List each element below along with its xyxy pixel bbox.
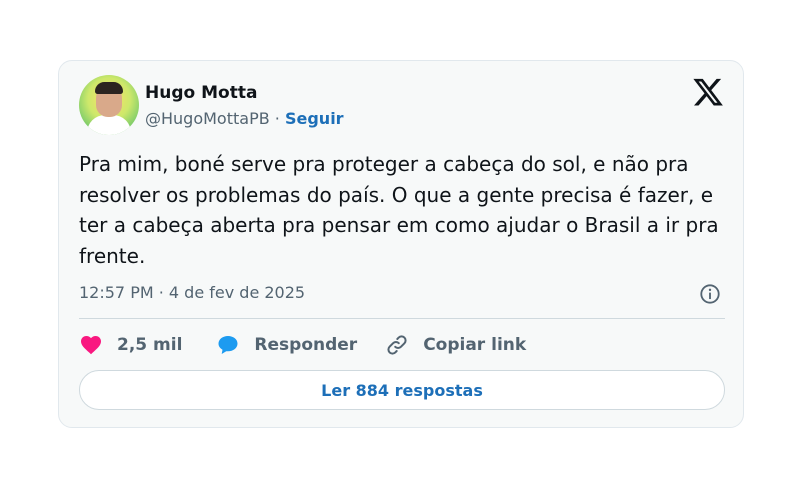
info-icon[interactable] [699, 283, 721, 305]
embedded-tweet-card: Hugo Motta @HugoMottaPB · Seguir Pra mim… [58, 60, 744, 428]
handle-separator: · [274, 109, 280, 128]
avatar-shirt [87, 115, 131, 135]
read-replies-button[interactable]: Ler 884 respostas [79, 370, 725, 410]
author-avatar[interactable] [79, 75, 139, 135]
copy-link-label: Copiar link [423, 335, 527, 355]
divider [79, 318, 725, 319]
reply-label: Responder [254, 335, 358, 355]
copy-link-button[interactable]: Copiar link [385, 333, 526, 357]
heart-icon [81, 336, 101, 355]
author-name[interactable]: Hugo Motta [145, 83, 257, 103]
author-handle-line: @HugoMottaPB · Seguir [145, 109, 344, 128]
tweet-text: Pra mim, boné serve pra proteger a cabeç… [79, 152, 719, 268]
like-count: 2,5 mil [117, 335, 183, 355]
follow-button[interactable]: Seguir [285, 109, 344, 128]
tweet-timestamp[interactable]: 12:57 PM · 4 de fev de 2025 [79, 283, 305, 302]
author-handle[interactable]: @HugoMottaPB [145, 109, 270, 128]
x-logo-icon[interactable] [693, 77, 723, 107]
avatar-hair [95, 82, 123, 94]
like-button[interactable]: 2,5 mil [79, 333, 182, 357]
reply-bubble-icon [218, 336, 238, 354]
tweet-actions: 2,5 mil Responder Copiar link [79, 331, 526, 359]
reply-button[interactable]: Responder [216, 333, 357, 357]
link-icon [387, 335, 407, 355]
